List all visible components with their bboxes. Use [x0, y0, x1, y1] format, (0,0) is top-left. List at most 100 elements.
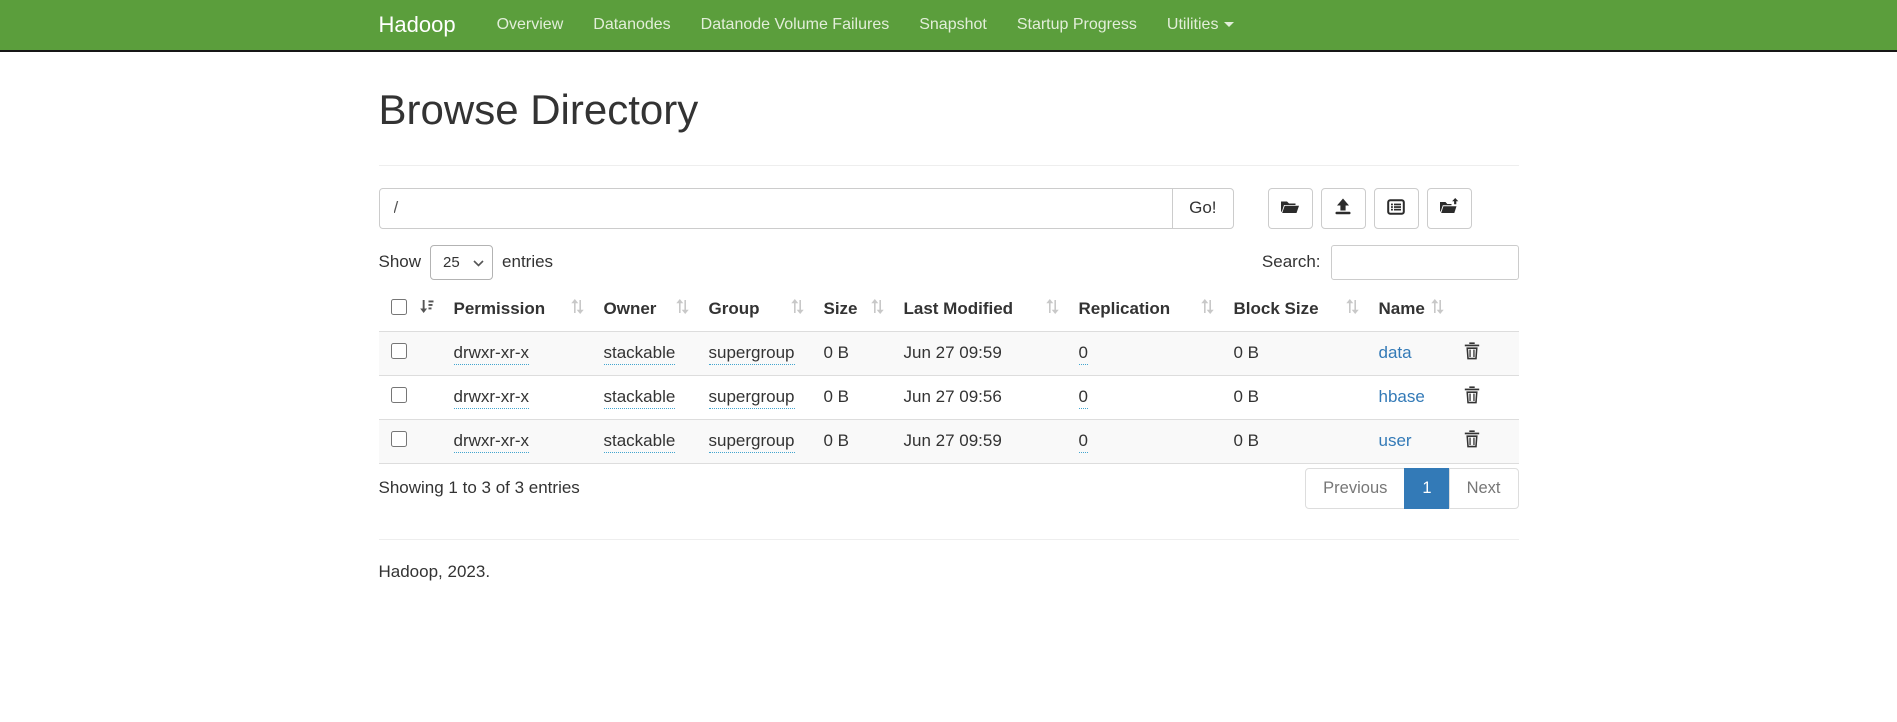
group-value[interactable]: supergroup: [709, 343, 795, 365]
folder-open-icon: [1280, 199, 1300, 218]
show-label: Show: [379, 252, 422, 272]
header-replication[interactable]: Replication: [1071, 288, 1226, 332]
page-size-value: 25: [443, 254, 460, 271]
search-box: Search:: [1262, 245, 1519, 280]
nav-links: Overview Datanodes Datanode Volume Failu…: [482, 16, 1250, 34]
entries-label: entries: [502, 252, 553, 272]
path-input-group: Go!: [379, 188, 1234, 229]
search-input[interactable]: [1331, 245, 1519, 280]
header-permission[interactable]: Permission: [446, 288, 596, 332]
size-value: 0 B: [824, 343, 850, 362]
header-last-modified[interactable]: Last Modified: [896, 288, 1071, 332]
replication-value[interactable]: 0: [1079, 431, 1088, 453]
directory-link[interactable]: hbase: [1379, 387, 1425, 406]
select-all-checkbox[interactable]: [391, 299, 407, 315]
folder-up-arrow-icon: [1439, 198, 1459, 218]
header-block-size[interactable]: Block Size: [1226, 288, 1371, 332]
sort-both-icon: [791, 299, 804, 319]
footer-text: Hadoop, 2023.: [379, 562, 1519, 582]
last-modified-value: Jun 27 09:56: [904, 387, 1002, 406]
brand-hadoop[interactable]: Hadoop: [379, 12, 456, 38]
owner-value[interactable]: stackable: [604, 387, 676, 409]
trash-icon: [1464, 348, 1480, 363]
header-name[interactable]: Name: [1371, 288, 1456, 332]
delete-button[interactable]: [1464, 430, 1480, 451]
replication-value[interactable]: 0: [1079, 343, 1088, 365]
sort-both-icon: [571, 299, 584, 319]
directory-link[interactable]: data: [1379, 343, 1412, 362]
permission-value[interactable]: drwxr-xr-x: [454, 387, 530, 409]
sort-both-icon: [1046, 299, 1059, 319]
next-page-button[interactable]: Next: [1449, 468, 1519, 509]
nav-item-startup-progress[interactable]: Startup Progress: [1002, 16, 1152, 34]
previous-page-button[interactable]: Previous: [1305, 468, 1405, 509]
footer-divider: [379, 539, 1519, 540]
directory-table: Permission Owner Group Size Last Modifie…: [379, 288, 1519, 464]
sort-both-icon: [1201, 299, 1214, 319]
header-select-all[interactable]: [379, 288, 446, 332]
chevron-down-icon: [473, 254, 484, 271]
owner-value[interactable]: stackable: [604, 343, 676, 365]
page-title: Browse Directory: [379, 88, 1519, 133]
row-checkbox[interactable]: [391, 387, 407, 403]
sort-both-icon: [1346, 299, 1359, 319]
page-1-button[interactable]: 1: [1404, 468, 1449, 509]
file-toolbar: [1268, 188, 1472, 229]
sort-both-icon: [676, 299, 689, 319]
sort-both-icon: [871, 299, 884, 319]
replication-value[interactable]: 0: [1079, 387, 1088, 409]
go-button[interactable]: Go!: [1172, 188, 1233, 229]
page-header: Browse Directory: [379, 88, 1519, 166]
group-value[interactable]: supergroup: [709, 431, 795, 453]
permission-value[interactable]: drwxr-xr-x: [454, 343, 530, 365]
entries-info: Showing 1 to 3 of 3 entries: [379, 478, 580, 498]
sort-both-icon: [1431, 299, 1444, 319]
move-file-button[interactable]: [1427, 188, 1472, 229]
owner-value[interactable]: stackable: [604, 431, 676, 453]
directory-link[interactable]: user: [1379, 431, 1412, 450]
nav-item-utilities-dropdown[interactable]: Utilities: [1152, 16, 1250, 34]
path-bar: Go!: [379, 188, 1519, 229]
trash-icon: [1464, 436, 1480, 451]
caret-down-icon: [1224, 22, 1234, 32]
upload-file-button[interactable]: [1321, 188, 1366, 229]
header-owner[interactable]: Owner: [596, 288, 701, 332]
size-value: 0 B: [824, 387, 850, 406]
delete-button[interactable]: [1464, 342, 1480, 363]
show-entries: Show 25 entries: [379, 245, 554, 280]
header-actions: [1456, 288, 1519, 332]
table-header-row: Permission Owner Group Size Last Modifie…: [379, 288, 1519, 332]
block-size-value: 0 B: [1234, 343, 1260, 362]
group-value[interactable]: supergroup: [709, 387, 795, 409]
paste-button[interactable]: [1374, 188, 1419, 229]
last-modified-value: Jun 27 09:59: [904, 343, 1002, 362]
nav-item-overview[interactable]: Overview: [482, 16, 579, 34]
page-size-select[interactable]: 25: [430, 245, 493, 280]
top-navbar: Hadoop Overview Datanodes Datanode Volum…: [0, 0, 1897, 52]
search-label: Search:: [1262, 252, 1321, 272]
delete-button[interactable]: [1464, 386, 1480, 407]
size-value: 0 B: [824, 431, 850, 450]
trash-icon: [1464, 392, 1480, 407]
block-size-value: 0 B: [1234, 387, 1260, 406]
header-size[interactable]: Size: [816, 288, 896, 332]
nav-item-snapshot[interactable]: Snapshot: [904, 16, 1002, 34]
sort-amount-icon: [420, 299, 434, 319]
last-modified-value: Jun 27 09:59: [904, 431, 1002, 450]
header-group[interactable]: Group: [701, 288, 816, 332]
upload-icon: [1334, 198, 1352, 218]
table-footer: Showing 1 to 3 of 3 entries Previous 1 N…: [379, 468, 1519, 509]
pagination: Previous 1 Next: [1305, 468, 1518, 509]
row-checkbox[interactable]: [391, 431, 407, 447]
row-checkbox[interactable]: [391, 343, 407, 359]
nav-item-datanodes[interactable]: Datanodes: [578, 16, 685, 34]
directory-path-input[interactable]: [379, 188, 1174, 229]
permission-value[interactable]: drwxr-xr-x: [454, 431, 530, 453]
block-size-value: 0 B: [1234, 431, 1260, 450]
nav-item-datanode-volume-failures[interactable]: Datanode Volume Failures: [686, 16, 905, 34]
table-row: drwxr-xr-x stackable supergroup 0 B Jun …: [379, 375, 1519, 419]
create-directory-button[interactable]: [1268, 188, 1313, 229]
table-row: drwxr-xr-x stackable supergroup 0 B Jun …: [379, 331, 1519, 375]
table-controls: Show 25 entries Search:: [379, 245, 1519, 280]
table-row: drwxr-xr-x stackable supergroup 0 B Jun …: [379, 419, 1519, 463]
